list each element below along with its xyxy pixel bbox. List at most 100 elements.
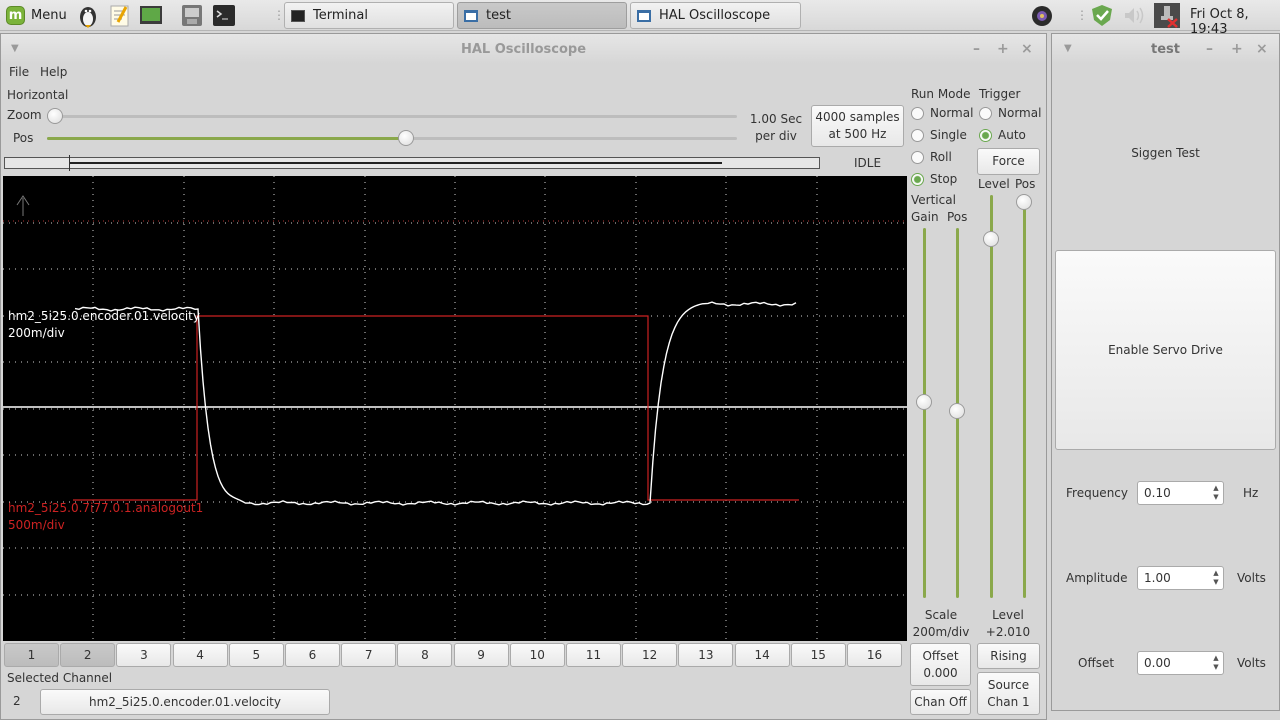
frequency-label: Frequency (1066, 486, 1128, 500)
amplitude-value: 1.00 (1144, 571, 1171, 585)
zoom-slider-track (47, 115, 737, 118)
spin-arrows-icon[interactable]: ▲ ▼ (1211, 569, 1221, 587)
task-test[interactable]: test (457, 2, 627, 29)
channel-tab-15[interactable]: 15 (790, 643, 846, 667)
run-mode-roll-radio[interactable]: Roll (911, 150, 952, 164)
run-mode-normal-radio[interactable]: Normal (911, 106, 973, 120)
run-mode-single-radio[interactable]: Single (911, 128, 967, 142)
channel-tab-2[interactable]: 2 (60, 643, 116, 667)
trigger-edge-button[interactable]: Rising (977, 643, 1040, 669)
network-disconnected-icon[interactable] (1153, 2, 1181, 29)
volume-icon[interactable] (1120, 2, 1148, 29)
channel-tab-7[interactable]: 7 (341, 643, 397, 667)
pos-label: Pos (13, 131, 34, 145)
trigger-auto-label: Auto (998, 128, 1026, 142)
channel-tab-8[interactable]: 8 (397, 643, 453, 667)
offset-label: Offset (1078, 656, 1115, 670)
radio-icon (911, 150, 924, 164)
minimize-icon[interactable]: – (1206, 41, 1213, 57)
offset-unit: Volts (1237, 656, 1266, 670)
channel-tab-1[interactable]: 1 (4, 643, 59, 667)
window-icon (637, 9, 651, 22)
zoom-slider-knob[interactable] (47, 108, 63, 124)
channel-tab-6[interactable]: 6 (285, 643, 340, 667)
zoom-slider[interactable] (47, 108, 737, 124)
spin-arrows-icon[interactable]: ▲ ▼ (1211, 654, 1221, 672)
vertical-gain-slider[interactable] (923, 228, 926, 598)
channel-tab-5[interactable]: 5 (228, 643, 284, 667)
frequency-unit: Hz (1243, 486, 1259, 500)
run-mode-stop-radio[interactable]: Stop (911, 172, 957, 186)
task-terminal[interactable]: Terminal (284, 2, 454, 29)
trigger-source-line1: Source (987, 677, 1030, 692)
chan-off-label: Chan Off (914, 694, 967, 709)
selected-channel-name-button[interactable]: hm2_5i25.0.encoder.01.velocity (40, 689, 330, 715)
position-slider-knob[interactable] (397, 130, 414, 146)
samples-rate-button[interactable]: 4000 samples at 500 Hz (811, 105, 904, 147)
record-overview-bar[interactable] (4, 155, 820, 171)
enable-servo-drive-button[interactable]: Enable Servo Drive (1055, 250, 1276, 450)
spin-arrows-icon[interactable]: ▲ ▼ (1211, 484, 1221, 502)
task-terminal-label: Terminal (313, 8, 368, 23)
channel-tab-12[interactable]: 12 (622, 643, 678, 667)
channel-tab-9[interactable]: 9 (453, 643, 509, 667)
task-hal-oscilloscope[interactable]: HAL Oscilloscope (630, 2, 801, 29)
test-window-title: test (1151, 41, 1180, 57)
radio-selected-icon (911, 172, 924, 186)
chan-off-button[interactable]: Chan Off (910, 689, 971, 715)
trigger-source-button[interactable]: Source Chan 1 (977, 672, 1040, 715)
waveform-display[interactable]: hm2_5i25.0.encoder.01.velocity 200m/div … (3, 176, 907, 641)
time-per-div-line2: per div (755, 129, 797, 143)
monitor-launcher-icon[interactable] (137, 2, 165, 29)
channel-tab-4[interactable]: 4 (172, 643, 228, 667)
terminal-launcher-icon[interactable] (210, 2, 238, 29)
zoom-label: Zoom (7, 108, 42, 122)
force-trigger-button[interactable]: Force (977, 148, 1040, 175)
close-icon[interactable]: × (1021, 41, 1033, 57)
offset-button[interactable]: Offset 0.000 (910, 643, 971, 686)
files-launcher-icon[interactable] (178, 2, 206, 29)
channel-tab-16[interactable]: 16 (847, 643, 902, 667)
offset-spinbox[interactable]: 0.00 ▲ ▼ (1137, 651, 1224, 675)
trigger-pos-slider[interactable] (1023, 195, 1026, 598)
channel-tab-3[interactable]: 3 (116, 643, 172, 667)
start-menu-button[interactable]: m Menu (4, 2, 70, 29)
trigger-level-slider[interactable] (990, 195, 993, 598)
test-titlebar[interactable]: ▼ test – + × (1052, 34, 1279, 64)
frequency-spinbox[interactable]: 0.10 ▲ ▼ (1137, 481, 1224, 505)
channel-tab-11[interactable]: 11 (566, 643, 621, 667)
task-test-label: test (486, 8, 511, 23)
minimize-icon[interactable]: – (973, 41, 980, 57)
penguin-launcher-icon[interactable] (74, 2, 102, 29)
window-menu-icon[interactable]: ▼ (1064, 43, 1072, 54)
run-mode-stop-label: Stop (930, 172, 958, 186)
radio-icon (911, 106, 924, 120)
amplitude-spinbox[interactable]: 1.00 ▲ ▼ (1137, 566, 1224, 590)
radio-icon (979, 106, 992, 120)
window-menu-icon[interactable]: ▼ (11, 43, 19, 54)
maximize-icon[interactable]: + (997, 41, 1009, 57)
maximize-icon[interactable]: + (1231, 41, 1243, 57)
update-manager-shield-icon[interactable] (1088, 2, 1116, 29)
vertical-pos-knob[interactable] (949, 403, 965, 419)
channel-tab-10[interactable]: 10 (509, 643, 565, 667)
radio-icon (911, 128, 924, 142)
position-slider[interactable] (47, 130, 737, 146)
scope-titlebar[interactable]: ▼ HAL Oscilloscope – + × (1, 34, 1046, 64)
trigger-level-knob[interactable] (983, 231, 999, 247)
task-hal-oscilloscope-label: HAL Oscilloscope (659, 8, 771, 23)
camera-tray-icon[interactable] (1028, 2, 1056, 29)
close-icon[interactable]: × (1256, 41, 1268, 57)
vertical-gain-knob[interactable] (916, 394, 932, 410)
trigger-pos-knob[interactable] (1016, 194, 1032, 210)
analogout-trace (73, 315, 799, 501)
channel-tab-14[interactable]: 14 (734, 643, 790, 667)
menu-file[interactable]: File (9, 65, 29, 79)
trigger-normal-radio[interactable]: Normal (979, 106, 1041, 120)
menu-help[interactable]: Help (40, 65, 67, 79)
trigger-edge-label: Rising (990, 648, 1027, 663)
radio-selected-icon (979, 128, 992, 142)
text-editor-launcher-icon[interactable] (106, 2, 134, 29)
trigger-auto-radio[interactable]: Auto (979, 128, 1026, 142)
channel-tab-13[interactable]: 13 (678, 643, 734, 667)
